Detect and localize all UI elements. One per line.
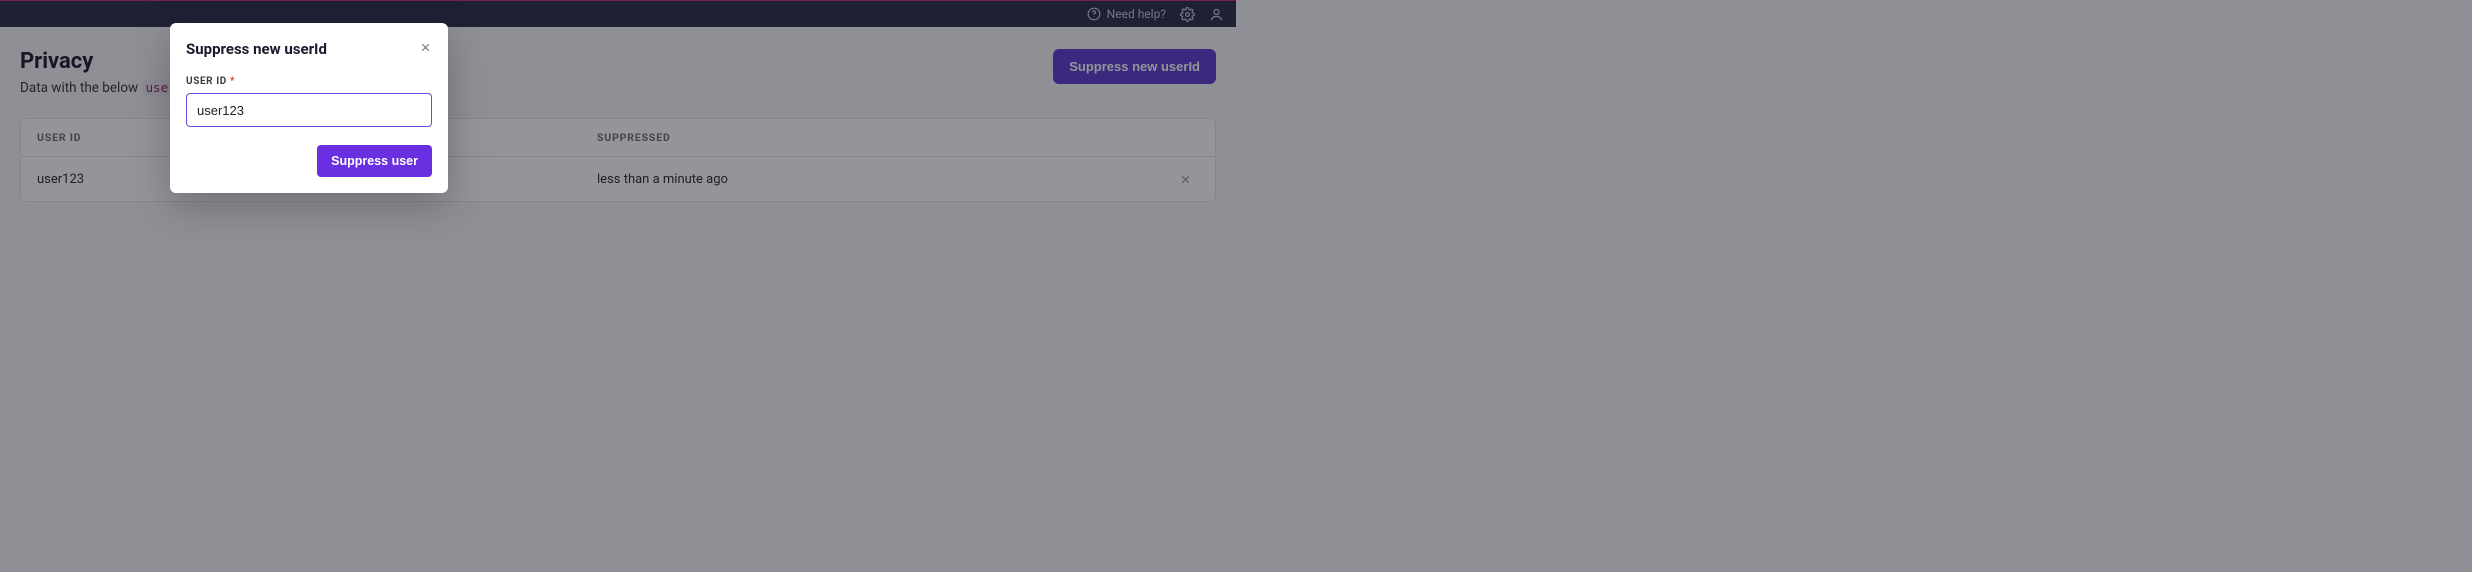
modal-actions: Suppress user [186,145,432,177]
suppress-user-button[interactable]: Suppress user [317,145,432,177]
field-label-text: USER ID [186,76,227,87]
userid-input[interactable] [186,93,432,127]
userid-field-label: USER ID * [186,76,432,87]
modal-header: Suppress new userId [186,39,432,58]
required-indicator: * [230,76,235,87]
suppress-userid-modal: Suppress new userId USER ID * Suppress u… [170,23,448,193]
close-icon[interactable] [419,39,432,58]
modal-title: Suppress new userId [186,40,327,58]
